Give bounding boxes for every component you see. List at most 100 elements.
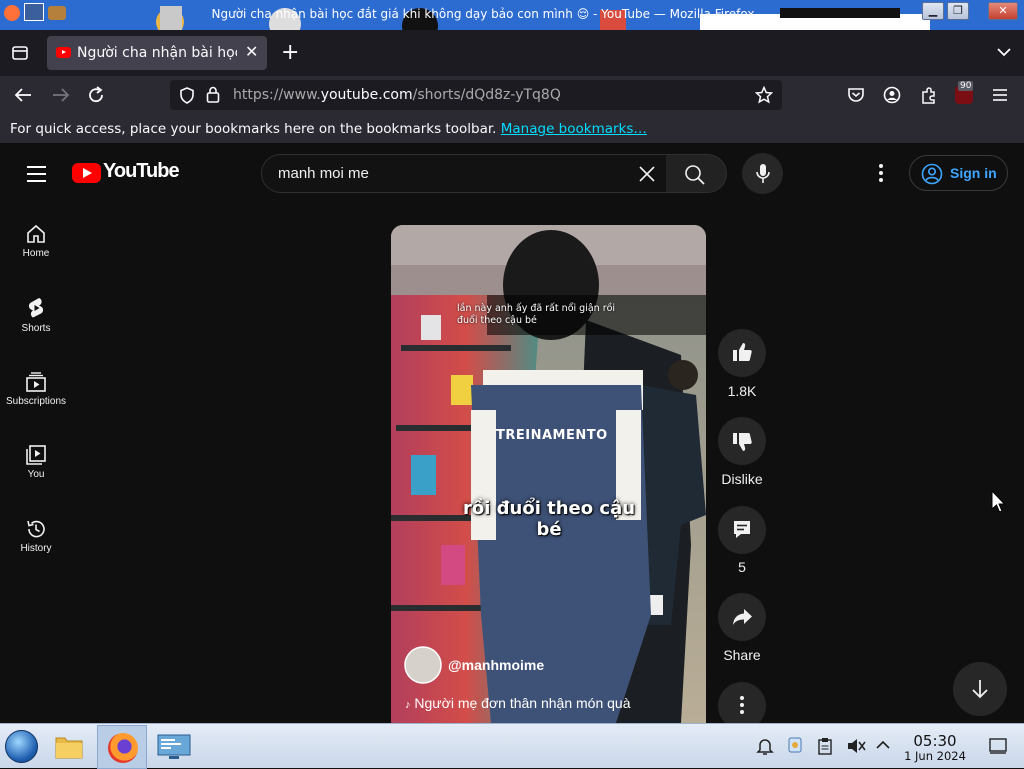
guide-menu-icon[interactable] bbox=[27, 166, 46, 187]
youtube-logo-text[interactable]: YouTube bbox=[103, 160, 180, 183]
search-icon bbox=[685, 165, 705, 185]
new-tab-button[interactable]: + bbox=[281, 40, 299, 65]
volume-muted-icon[interactable] bbox=[846, 737, 866, 755]
firefox-view-icon[interactable] bbox=[11, 44, 29, 62]
clock-time[interactable]: 05:30 bbox=[900, 732, 970, 750]
account-circle-icon bbox=[921, 163, 943, 185]
sign-in-label: Sign in bbox=[950, 165, 997, 181]
firefox-taskbar-icon bbox=[108, 733, 138, 763]
url-text[interactable]: https://www.youtube.com/shorts/dQd8z-yTq… bbox=[233, 87, 561, 103]
sidebar-item-label: Subscriptions bbox=[5, 396, 67, 407]
sidebar-item-shorts[interactable]: Shorts bbox=[0, 296, 72, 334]
notification-bell-icon[interactable] bbox=[756, 737, 774, 755]
show-desktop-icon[interactable] bbox=[988, 737, 1008, 755]
sidebar-item-label: History bbox=[20, 543, 52, 554]
youtube-favicon-icon bbox=[56, 47, 71, 58]
video-subtitle: rồi đuổi theo cậu bé bbox=[462, 498, 636, 540]
bookmarks-hint-text: For quick access, place your bookmarks h… bbox=[10, 121, 497, 137]
dislike-label: Dislike bbox=[721, 471, 763, 487]
sidebar-item-label: Shorts bbox=[21, 323, 51, 334]
list-all-tabs-icon[interactable] bbox=[996, 47, 1012, 57]
sidebar-item-you[interactable]: You bbox=[0, 444, 72, 480]
network-status-icon[interactable] bbox=[786, 736, 804, 756]
close-tab-icon[interactable]: ✕ bbox=[245, 42, 258, 61]
tracking-protection-shield-icon[interactable] bbox=[179, 87, 195, 104]
clear-search-icon[interactable] bbox=[638, 165, 656, 183]
subscriptions-icon bbox=[26, 372, 46, 392]
sidebar-item-label: You bbox=[27, 469, 45, 480]
extension-badge: 90 bbox=[958, 81, 974, 91]
pocket-icon[interactable] bbox=[847, 86, 865, 104]
minimize-button[interactable]: ▁ bbox=[922, 2, 944, 20]
comment-icon bbox=[734, 521, 750, 538]
back-arrow-icon[interactable] bbox=[14, 87, 32, 103]
forward-arrow-icon[interactable] bbox=[52, 87, 70, 103]
sidebar-item-home[interactable]: Home bbox=[0, 223, 72, 259]
video-frame bbox=[391, 225, 706, 723]
music-title: Người mẹ đơn thân nhận món quà bbox=[414, 695, 631, 711]
share-label: Share bbox=[723, 647, 761, 663]
search-button[interactable] bbox=[666, 154, 727, 193]
share-arrow-icon bbox=[733, 609, 752, 625]
mouse-cursor-icon bbox=[991, 490, 1006, 513]
voice-search-button[interactable] bbox=[742, 153, 783, 194]
comment-count: 5 bbox=[738, 559, 746, 575]
like-button[interactable] bbox=[718, 329, 766, 377]
maximize-button[interactable]: ❐ bbox=[947, 2, 969, 20]
dislike-button[interactable] bbox=[718, 417, 766, 465]
os-taskbar: 05:30 1 Jun 2024 bbox=[0, 723, 1024, 769]
close-window-button[interactable]: ✕ bbox=[988, 2, 1018, 20]
sign-in-button[interactable]: Sign in bbox=[909, 155, 1008, 191]
you-library-icon bbox=[26, 445, 46, 465]
system-monitor-icon[interactable] bbox=[157, 734, 191, 760]
tab-youtube-short[interactable]: Người cha nhận bài học đắt giá khi không… bbox=[47, 36, 267, 70]
bookmarks-hint: For quick access, place your bookmarks h… bbox=[10, 121, 647, 137]
sidebar-item-label: Home bbox=[22, 248, 50, 259]
show-hidden-icons-chevron-icon[interactable] bbox=[876, 740, 890, 750]
reload-icon[interactable] bbox=[87, 86, 105, 104]
tab-title: Người cha nhận bài học đắt giá khi không… bbox=[77, 45, 237, 61]
clipboard-icon[interactable] bbox=[817, 737, 833, 755]
share-button[interactable] bbox=[718, 593, 766, 641]
account-icon[interactable] bbox=[883, 86, 901, 104]
comments-button[interactable] bbox=[718, 506, 766, 554]
bookmarks-toolbar: For quick access, place your bookmarks h… bbox=[0, 114, 1024, 144]
bookmark-star-icon[interactable] bbox=[755, 86, 773, 104]
extensions-puzzle-icon[interactable] bbox=[920, 86, 938, 104]
music-note-icon: ♪ bbox=[405, 699, 411, 711]
thumbs-up-icon bbox=[733, 343, 752, 361]
tab-strip: Người cha nhận bài học đắt giá khi không… bbox=[0, 30, 1024, 76]
search-input[interactable]: manh moi me bbox=[261, 154, 667, 193]
home-icon bbox=[27, 224, 45, 243]
navigation-toolbar: https://www.youtube.com/shorts/dQd8z-yTq… bbox=[0, 76, 1024, 114]
url-bar[interactable]: https://www.youtube.com/shorts/dQd8z-yTq… bbox=[170, 80, 782, 110]
youtube-masthead: YouTube manh moi me Sign in bbox=[0, 145, 1024, 201]
thumbs-down-icon bbox=[733, 433, 752, 451]
shorts-icon bbox=[28, 298, 44, 318]
arrow-down-icon bbox=[972, 680, 988, 699]
file-manager-icon[interactable] bbox=[54, 732, 84, 760]
window-titlebar: Người cha nhận bài học đắt giá khi không… bbox=[0, 0, 1024, 30]
like-count: 1.8K bbox=[727, 383, 757, 399]
clock-date[interactable]: 1 Jun 2024 bbox=[896, 749, 974, 763]
shorts-video-player[interactable]: lần này anh ấy đã rất nổi giận rồi đuổi … bbox=[391, 225, 706, 723]
sidebar-item-history[interactable]: History bbox=[0, 518, 72, 554]
window-title: Người cha nhận bài học đắt giá khi không… bbox=[211, 7, 755, 21]
start-menu-button[interactable] bbox=[5, 730, 38, 763]
more-vertical-icon bbox=[740, 696, 744, 714]
manage-bookmarks-link[interactable]: Manage bookmarks… bbox=[501, 121, 647, 137]
music-info[interactable]: ♪ Người mẹ đơn thân nhận món quà bbox=[405, 695, 630, 711]
history-icon bbox=[27, 520, 45, 538]
video-top-caption: lần này anh ấy đã rất nổi giận rồi đuổi … bbox=[457, 303, 616, 326]
padlock-icon[interactable] bbox=[206, 86, 220, 103]
settings-more-icon[interactable] bbox=[873, 163, 889, 183]
next-short-button[interactable] bbox=[953, 662, 1007, 716]
youtube-logo-icon[interactable] bbox=[72, 163, 101, 183]
sidebar-item-subscriptions[interactable]: Subscriptions bbox=[0, 371, 72, 407]
video-shirt-text: TREINAMENTO bbox=[496, 428, 608, 443]
channel-handle[interactable]: @manhmoime bbox=[448, 657, 544, 673]
microphone-icon bbox=[756, 164, 770, 183]
hamburger-menu-icon[interactable] bbox=[992, 88, 1008, 102]
search-query[interactable]: manh moi me bbox=[278, 165, 369, 182]
taskbar-firefox-button[interactable] bbox=[97, 725, 147, 769]
